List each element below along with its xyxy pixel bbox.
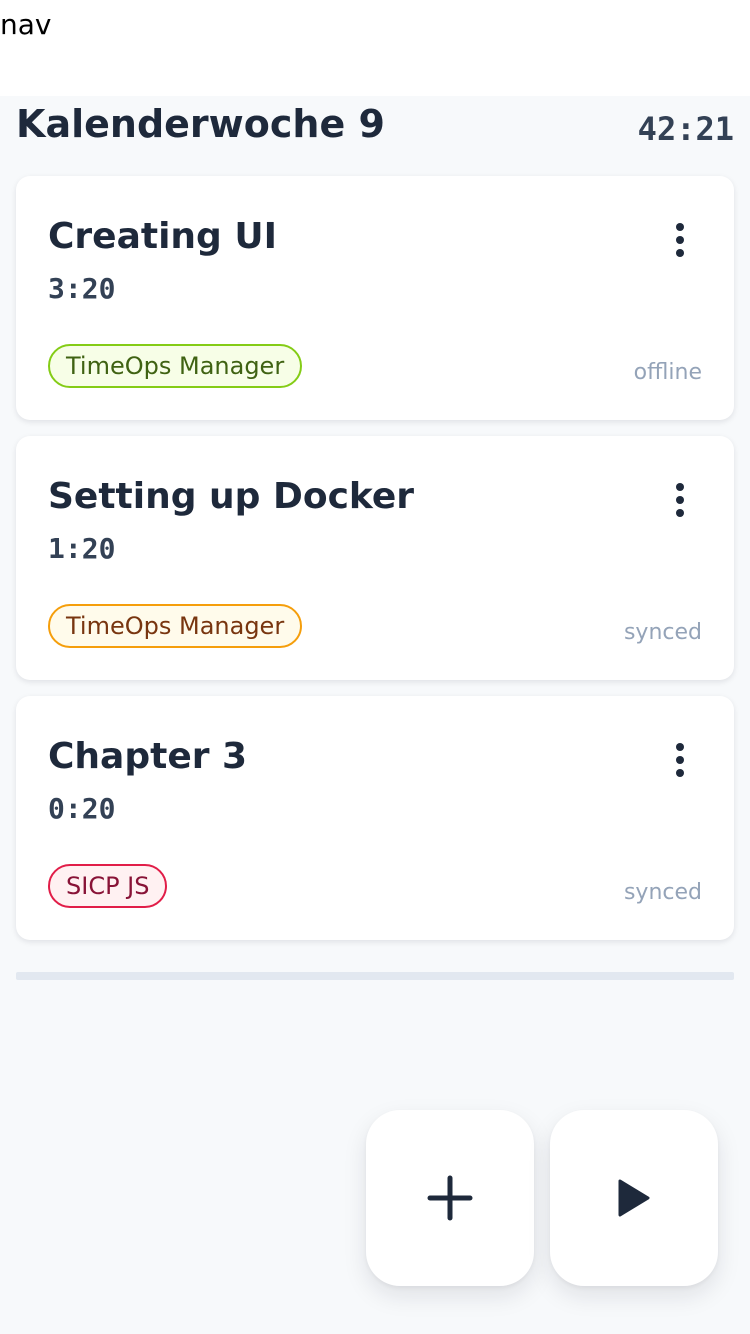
more-vertical-icon [676,743,684,777]
more-vertical-icon [676,223,684,257]
time-entry-card[interactable]: Setting up Docker 1:20 TimeOps Manager s… [16,436,734,680]
project-tag[interactable]: SICP JS [48,864,168,908]
entry-title: Creating UI [48,216,277,257]
project-tag[interactable]: TimeOps Manager [48,344,303,388]
entry-title: Chapter 3 [48,736,248,777]
week-header: Kalenderwoche 9 42:21 [16,102,734,162]
time-entry-card[interactable]: Chapter 3 0:20 SICP JS synced [16,696,734,940]
list-divider [16,972,734,980]
project-tag[interactable]: TimeOps Manager [48,604,303,648]
week-total-time: 42:21 [637,110,734,148]
entry-menu-button[interactable] [666,222,694,258]
start-timer-button[interactable] [550,1110,718,1286]
add-entry-button[interactable] [366,1110,534,1286]
entry-duration: 0:20 [48,792,116,825]
time-entry-card[interactable]: Creating UI 3:20 TimeOps Manager offline [16,176,734,420]
sync-status: offline [633,360,702,385]
main-content: Kalenderwoche 9 42:21 Creating UI 3:20 T… [0,96,750,1334]
sync-status: synced [623,620,702,645]
entry-menu-button[interactable] [666,742,694,778]
plus-icon [427,1175,473,1221]
entry-duration: 1:20 [48,532,116,565]
entry-title: Setting up Docker [48,476,415,517]
entry-duration: 3:20 [48,272,116,305]
nav-placeholder: nav [0,0,750,96]
week-title: Kalenderwoche 9 [16,102,385,146]
nav-label: nav [0,8,52,41]
more-vertical-icon [676,483,684,517]
sync-status: synced [623,880,702,905]
play-icon [618,1179,650,1217]
entry-menu-button[interactable] [666,482,694,518]
